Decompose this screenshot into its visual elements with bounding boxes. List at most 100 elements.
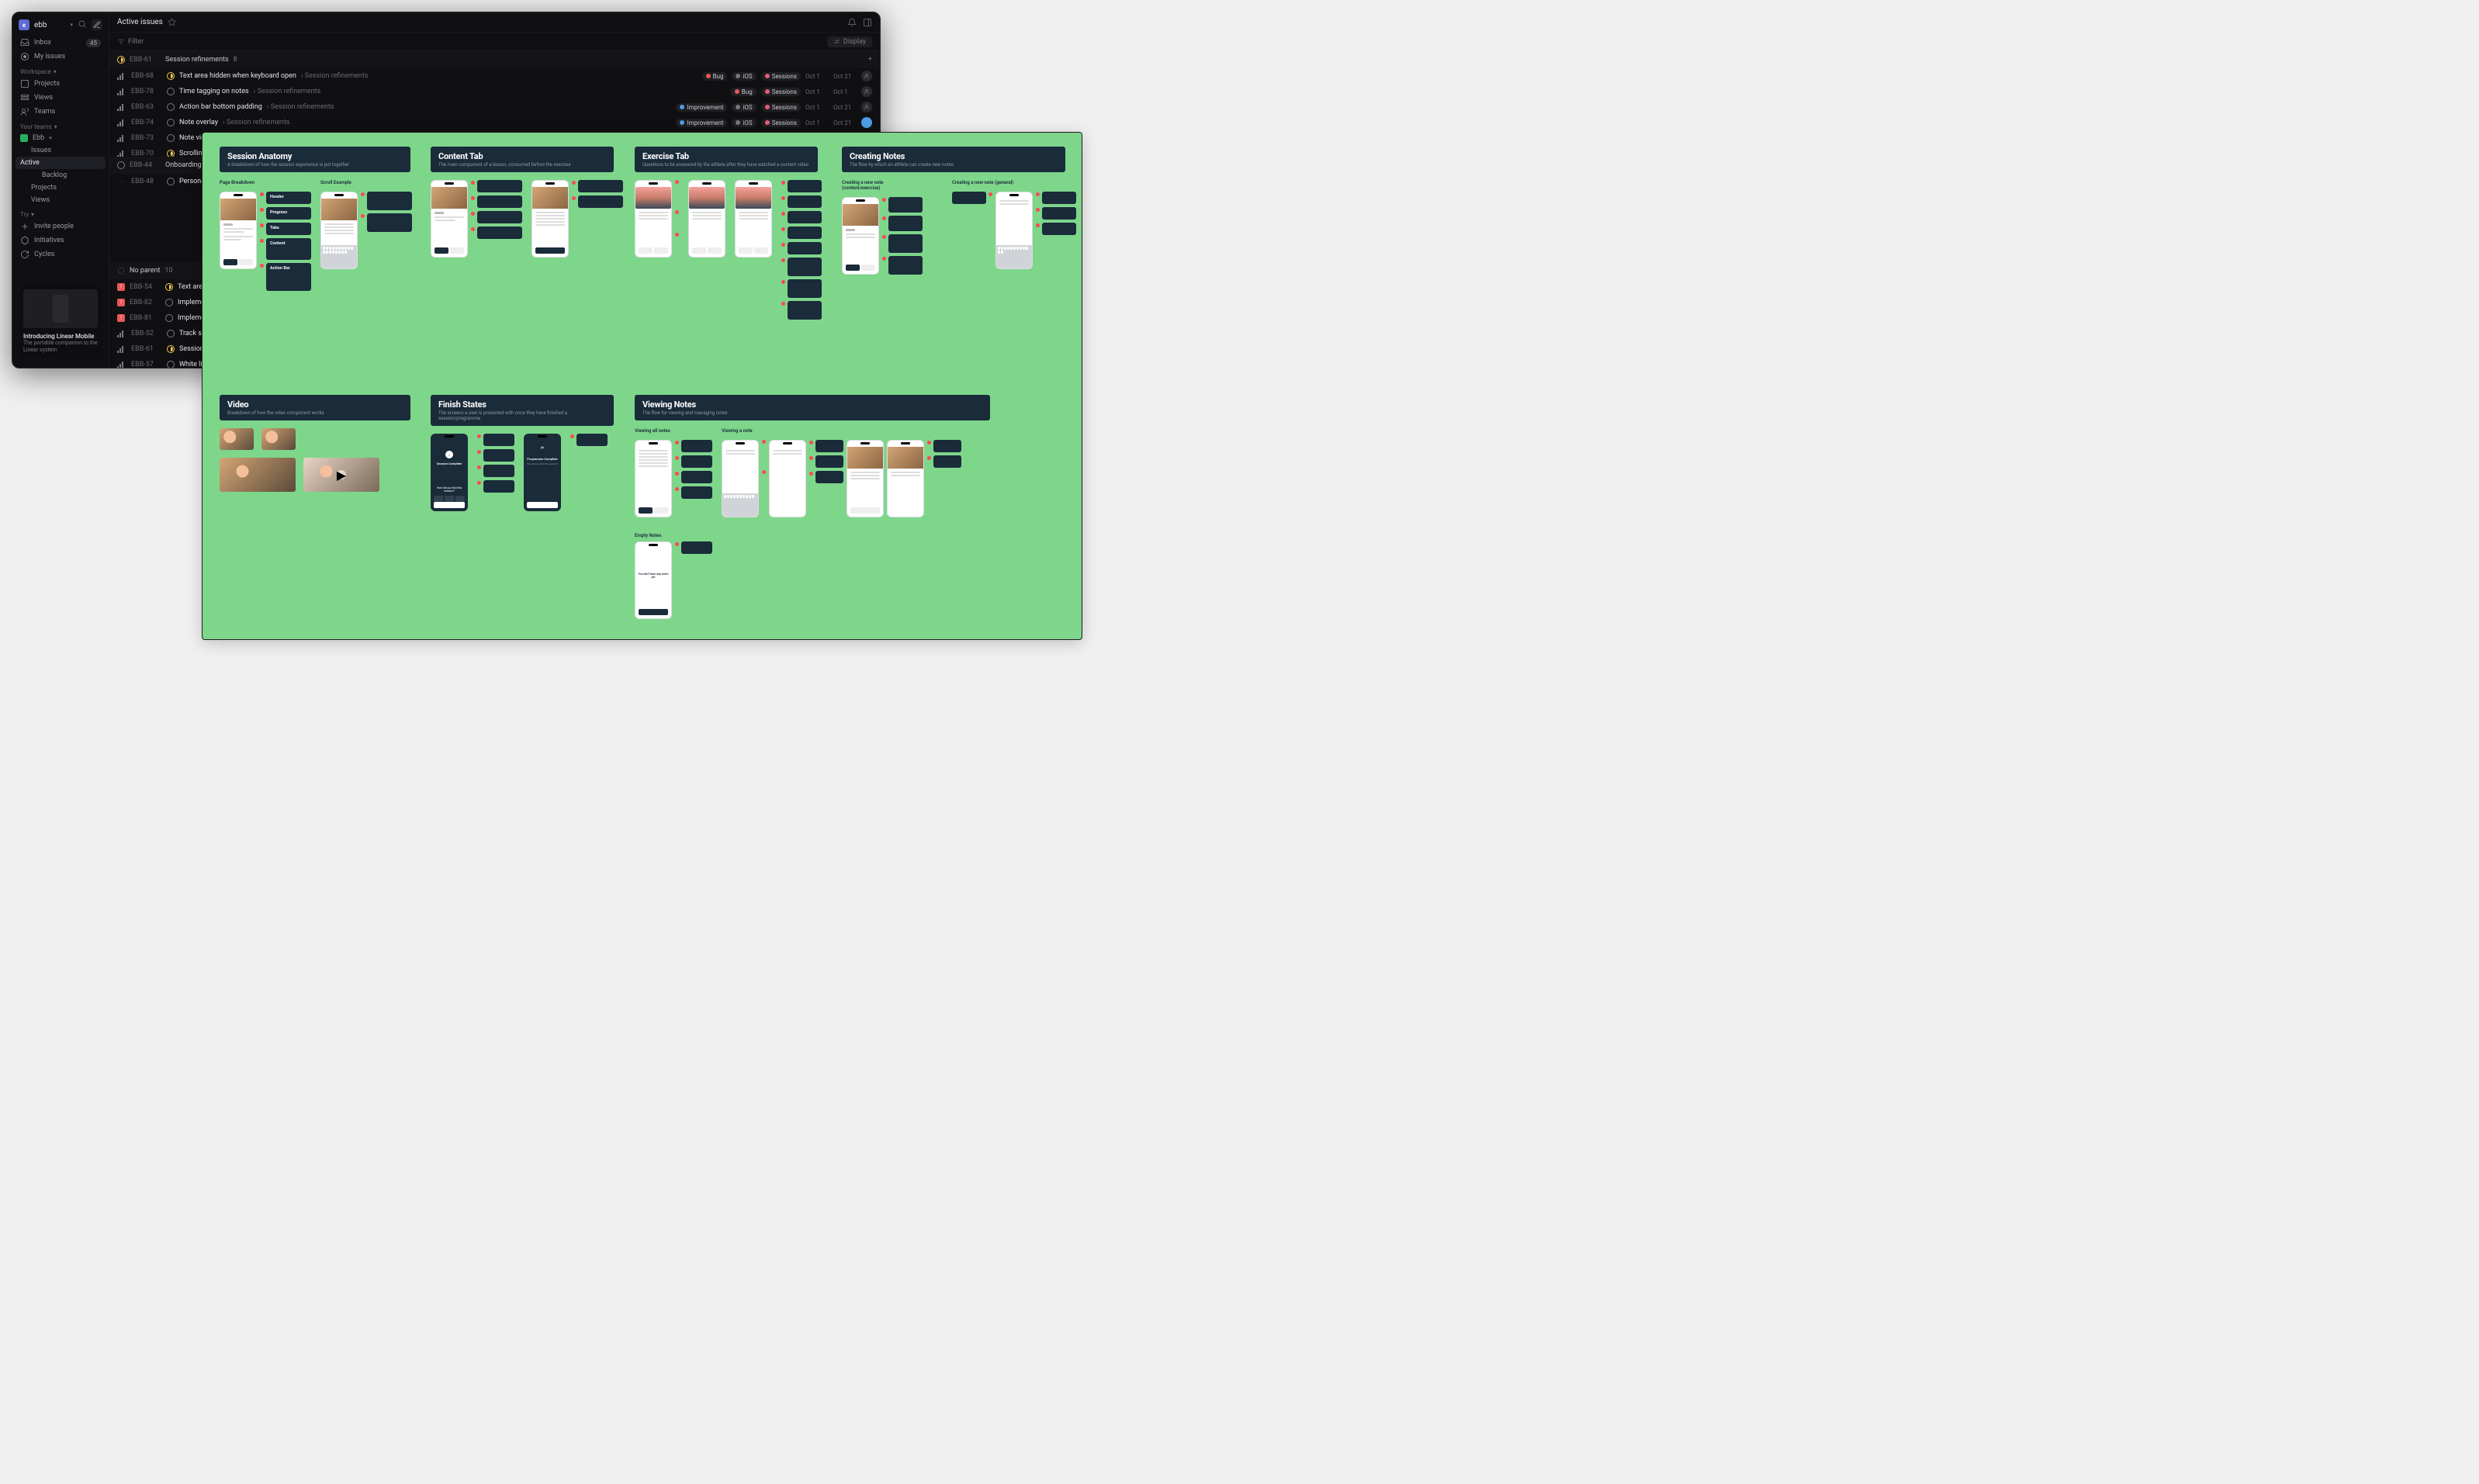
label-pill[interactable]: Sessions [761,103,801,112]
nav-team-views[interactable]: Views [12,194,109,206]
star-icon[interactable] [168,18,176,26]
assignee-avatar[interactable] [861,102,872,112]
group-header-session[interactable]: EBB-61 Session refinements 8 + [109,51,880,68]
filter-icon[interactable] [117,38,125,46]
nav-team-issues[interactable]: Issues [12,144,109,157]
issue-row[interactable]: EBB-68 Text area hidden when keyboard op… [109,68,880,84]
section-header-card: Finish States The screens a user is pres… [431,395,614,426]
status-icon[interactable] [165,314,173,322]
status-icon[interactable] [167,150,175,157]
section-teams-header[interactable]: Your teams▾ [12,119,109,132]
nav-my-issues[interactable]: My issues [12,50,109,64]
workspace-switcher[interactable]: e ebb ▾ [12,17,109,33]
video-frame-wide[interactable] [220,458,296,492]
phone-frame[interactable] [722,440,759,517]
phone-frame[interactable] [995,192,1033,269]
phone-frame[interactable] [887,440,924,517]
nav-inbox[interactable]: Inbox 45 [12,36,109,50]
status-icon[interactable] [167,119,175,126]
status-icon[interactable] [167,345,175,353]
phone-frame-dark[interactable]: ✓ Session Complete How did you find this… [431,434,468,511]
video-frame[interactable] [220,428,254,450]
issue-row[interactable]: EBB-78 Time tagging on notes › Session r… [109,84,880,99]
nav-team-projects[interactable]: Projects [12,182,109,194]
label-pill[interactable]: Improvement [676,119,727,127]
notifications-icon[interactable] [847,18,857,27]
label-pill[interactable]: iOS [732,119,756,127]
figma-canvas[interactable]: Session Anatomy A breakdown of how the s… [202,132,1082,640]
chevron-down-icon: ▾ [54,123,57,130]
label-pill[interactable]: Bug [702,72,728,81]
display-button[interactable]: Display [827,36,872,47]
created-date: Oct 1 [805,119,829,126]
issue-breadcrumb: › Session refinements [223,119,290,126]
annotation [681,471,712,483]
sidebar-promo[interactable]: Introducing Linear Mobile The portable c… [12,280,109,363]
nav-projects[interactable]: Projects [12,77,109,91]
assignee-avatar[interactable] [861,71,872,81]
workspace-name: ebb [34,21,65,29]
label-pill[interactable]: Sessions [761,119,801,127]
video-frame-wide[interactable]: ▶ [303,458,379,492]
label-pill[interactable]: iOS [732,103,756,112]
assignee-avatar[interactable] [861,86,872,97]
phone-frame[interactable] [531,180,569,258]
label-pill[interactable]: Bug [731,88,757,96]
status-icon[interactable] [167,134,175,142]
phone-frame[interactable] [635,180,672,258]
section-header-card: Video Breakdown of how the video compone… [220,395,410,420]
section-title: Session Anatomy [227,151,403,161]
phone-frame[interactable] [769,440,806,517]
issue-row[interactable]: EBB-63 Action bar bottom padding › Sessi… [109,99,880,115]
nav-backlog[interactable]: Backlog [12,169,109,182]
phone-frame[interactable] [635,440,672,517]
workspace-logo: e [19,19,29,30]
add-issue-button[interactable]: + [868,56,872,64]
phone-frame[interactable] [431,180,468,258]
panel-icon[interactable] [863,18,872,27]
label-pill[interactable]: Sessions [761,72,801,81]
status-icon[interactable] [167,330,175,337]
phone-frame[interactable] [735,180,772,258]
section-try-header[interactable]: Try▾ [12,206,109,220]
issue-row[interactable]: EBB-74 Note overlay › Session refinement… [109,115,880,130]
assignee-avatar[interactable] [861,117,872,128]
phone-frame[interactable] [320,192,358,269]
status-icon[interactable] [167,103,175,111]
priority-medium-icon [117,134,126,142]
annotation [681,541,712,554]
issue-id: EBB-57 [131,361,162,368]
search-icon[interactable] [78,19,87,29]
section-subtitle: Breakdown of how the video component wor… [227,410,403,416]
status-icon[interactable] [165,283,173,291]
nav-active[interactable]: Active [16,157,106,169]
status-icon[interactable] [167,88,175,95]
phone-frame[interactable]: You don't have any notes yet [635,541,672,619]
section-subtitle: A breakdown of how the session experienc… [227,162,403,168]
status-icon[interactable] [165,299,173,306]
nav-views[interactable]: Views [12,91,109,105]
issue-id: EBB-52 [131,330,162,337]
phone-frame[interactable] [842,197,879,275]
plus-icon [20,222,29,231]
filter-label[interactable]: Filter [128,38,144,46]
phone-frame[interactable] [220,192,257,269]
status-icon[interactable] [167,178,175,185]
nav-invite[interactable]: Invite people [12,220,109,233]
label-pill[interactable]: Improvement [676,103,727,112]
nav-cycles[interactable]: Cycles [12,247,109,261]
status-icon[interactable] [167,72,175,80]
compose-issue-button[interactable] [92,19,102,30]
video-frame[interactable] [261,428,296,450]
phone-frame[interactable] [847,440,884,517]
nav-teams[interactable]: Teams [12,105,109,119]
team-ebb[interactable]: Ebb▾ [12,132,109,144]
phone-frame-dark[interactable]: 🏁 Programme Complete How did you find th… [524,434,561,511]
phone-frame[interactable] [688,180,725,258]
label-pill[interactable]: Sessions [761,88,801,96]
status-icon[interactable] [167,361,175,368]
nav-initiatives[interactable]: Initiatives [12,233,109,247]
section-workspace-header[interactable]: Workspace▾ [12,64,109,77]
issue-breadcrumb: › Session refinements [267,103,334,111]
label-pill[interactable]: iOS [732,72,756,81]
